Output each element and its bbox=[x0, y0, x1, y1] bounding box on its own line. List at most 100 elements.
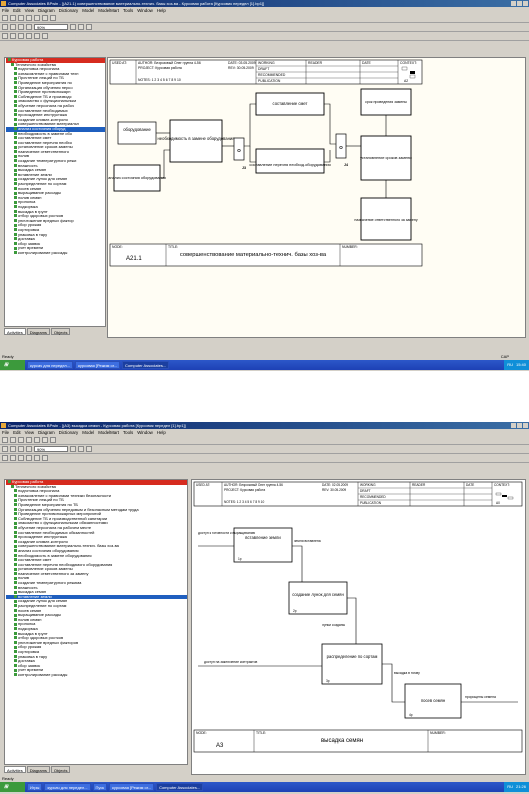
pointer-icon[interactable] bbox=[2, 15, 8, 21]
new-icon[interactable] bbox=[2, 446, 8, 452]
zoom-out-icon[interactable] bbox=[78, 24, 84, 30]
menu-tools[interactable]: Tools bbox=[123, 8, 133, 13]
activity-box-equipment[interactable] bbox=[117, 121, 157, 145]
mart-icon-2[interactable] bbox=[10, 455, 16, 461]
pointer-icon[interactable] bbox=[2, 437, 8, 443]
menu-file[interactable]: File bbox=[2, 430, 9, 435]
menu-edit[interactable]: Edit bbox=[13, 430, 21, 435]
taskbar-item[interactable]: Computer Associates... bbox=[156, 783, 204, 791]
zoom-select[interactable]: 90% bbox=[34, 446, 68, 452]
box-label: составление смет bbox=[273, 101, 308, 106]
model-explorer-tree[interactable]: Курсовая работа Тепличного хозяйства подго… bbox=[4, 479, 188, 765]
save-icon[interactable] bbox=[18, 446, 24, 452]
taskbar-item[interactable]: Игры bbox=[27, 783, 43, 791]
taskbar-item[interactable]: Пуск bbox=[92, 783, 108, 791]
start-button[interactable]: ⊞ bbox=[0, 360, 25, 370]
activity-box-need-replace[interactable] bbox=[169, 119, 223, 163]
tree-node[interactable]: контролирование рассады bbox=[6, 673, 187, 678]
new-icon[interactable] bbox=[2, 24, 8, 30]
model-explorer-tree[interactable]: Курсовая работа Тепличного хозяйства подго… bbox=[4, 57, 106, 327]
menu-modelmart[interactable]: ModelMart bbox=[98, 430, 119, 435]
mart-icon-1[interactable] bbox=[2, 33, 8, 39]
box-tool-icon[interactable] bbox=[10, 437, 16, 443]
model-explorer-icon[interactable] bbox=[86, 446, 92, 452]
menu-diagram[interactable]: Diagram bbox=[38, 8, 55, 13]
mart-icon-3[interactable] bbox=[18, 455, 24, 461]
arrow-tool-icon[interactable] bbox=[18, 15, 24, 21]
menu-model[interactable]: Model bbox=[82, 430, 94, 435]
maximize-button[interactable] bbox=[517, 423, 522, 428]
tree-node[interactable]: контролирование рассады bbox=[6, 251, 105, 256]
menu-window[interactable]: Window bbox=[137, 8, 153, 13]
activity-box-sort[interactable] bbox=[321, 643, 383, 685]
menu-edit[interactable]: Edit bbox=[13, 8, 21, 13]
menu-dictionary[interactable]: Dictionary bbox=[59, 8, 79, 13]
tab-activities[interactable]: Activities bbox=[4, 328, 26, 335]
close-button[interactable] bbox=[523, 423, 528, 428]
diagram-canvas[interactable]: USED AT: AUTHOR: Безрозовый Олег группа … bbox=[107, 57, 526, 338]
minimize-button[interactable] bbox=[511, 423, 516, 428]
save-icon[interactable] bbox=[18, 24, 24, 30]
go-down-icon[interactable] bbox=[50, 15, 56, 21]
text-tool-icon[interactable] bbox=[26, 15, 32, 21]
mart-icon-4[interactable] bbox=[26, 33, 32, 39]
taskbar-item[interactable]: курсовая [Режим ог... bbox=[109, 783, 155, 791]
go-up-icon[interactable] bbox=[42, 15, 48, 21]
menu-modelmart[interactable]: ModelMart bbox=[98, 8, 119, 13]
mart-icon-1[interactable] bbox=[2, 455, 8, 461]
mart-icon-2[interactable] bbox=[10, 33, 16, 39]
menu-view[interactable]: View bbox=[25, 430, 34, 435]
language-indicator[interactable]: RU bbox=[507, 782, 513, 792]
language-indicator[interactable]: RU bbox=[507, 360, 513, 370]
junction-tool-icon[interactable] bbox=[34, 437, 40, 443]
taskbar-item[interactable]: Computer Associates... bbox=[122, 361, 170, 369]
mart-icon-4[interactable] bbox=[26, 455, 32, 461]
zoom-select[interactable]: 90% bbox=[34, 24, 68, 30]
menu-help[interactable]: Help bbox=[157, 8, 166, 13]
menu-dictionary[interactable]: Dictionary bbox=[59, 430, 79, 435]
minimize-button[interactable] bbox=[511, 1, 516, 6]
taskbar-item[interactable]: курсач для передел... bbox=[44, 783, 91, 791]
activity-box-equipment-list[interactable] bbox=[255, 148, 325, 174]
tab-diagrams[interactable]: Diagrams bbox=[26, 328, 50, 335]
arrow-label: земля вставлена bbox=[294, 539, 321, 543]
tab-diagrams[interactable]: Diagrams bbox=[26, 766, 50, 773]
mart-icon-5[interactable] bbox=[34, 455, 40, 461]
tab-objects[interactable]: Objects bbox=[50, 766, 71, 773]
box-tool-icon[interactable] bbox=[10, 15, 16, 21]
go-up-icon[interactable] bbox=[42, 437, 48, 443]
zoom-out-icon[interactable] bbox=[78, 446, 84, 452]
menu-view[interactable]: View bbox=[25, 8, 34, 13]
text-tool-icon[interactable] bbox=[26, 437, 32, 443]
mart-icon-6[interactable] bbox=[42, 455, 48, 461]
go-down-icon[interactable] bbox=[50, 437, 56, 443]
mart-icon-3[interactable] bbox=[18, 33, 24, 39]
close-button[interactable] bbox=[523, 1, 528, 6]
menu-help[interactable]: Help bbox=[157, 430, 166, 435]
open-icon[interactable] bbox=[10, 446, 16, 452]
arrow-tool-icon[interactable] bbox=[18, 437, 24, 443]
start-button[interactable]: ⊞ bbox=[0, 782, 25, 792]
menu-window[interactable]: Window bbox=[137, 430, 153, 435]
maximize-button[interactable] bbox=[517, 1, 522, 6]
taskbar: ⊞ курсач для передел... курсовая [Режим … bbox=[0, 360, 529, 370]
mart-icon-6[interactable] bbox=[42, 33, 48, 39]
menu-tools[interactable]: Tools bbox=[123, 430, 133, 435]
print-icon[interactable] bbox=[26, 24, 32, 30]
menu-file[interactable]: File bbox=[2, 8, 9, 13]
taskbar-item[interactable]: курсач для передел... bbox=[27, 361, 74, 369]
diagram-canvas[interactable]: USED AT: AUTHOR: Безрозовый Олег группа … bbox=[191, 479, 526, 775]
open-icon[interactable] bbox=[10, 24, 16, 30]
print-icon[interactable] bbox=[26, 446, 32, 452]
tab-activities[interactable]: Activities bbox=[4, 766, 26, 773]
mart-icon-5[interactable] bbox=[34, 33, 40, 39]
model-explorer-icon[interactable] bbox=[86, 24, 92, 30]
taskbar-item[interactable]: курсовая [Режим ог... bbox=[75, 361, 121, 369]
zoom-in-icon[interactable] bbox=[70, 24, 76, 30]
activity-box-holes[interactable] bbox=[288, 581, 348, 615]
menu-model[interactable]: Model bbox=[82, 8, 94, 13]
menu-diagram[interactable]: Diagram bbox=[38, 430, 55, 435]
zoom-in-icon[interactable] bbox=[70, 446, 76, 452]
tab-objects[interactable]: Objects bbox=[50, 328, 71, 335]
junction-tool-icon[interactable] bbox=[34, 15, 40, 21]
